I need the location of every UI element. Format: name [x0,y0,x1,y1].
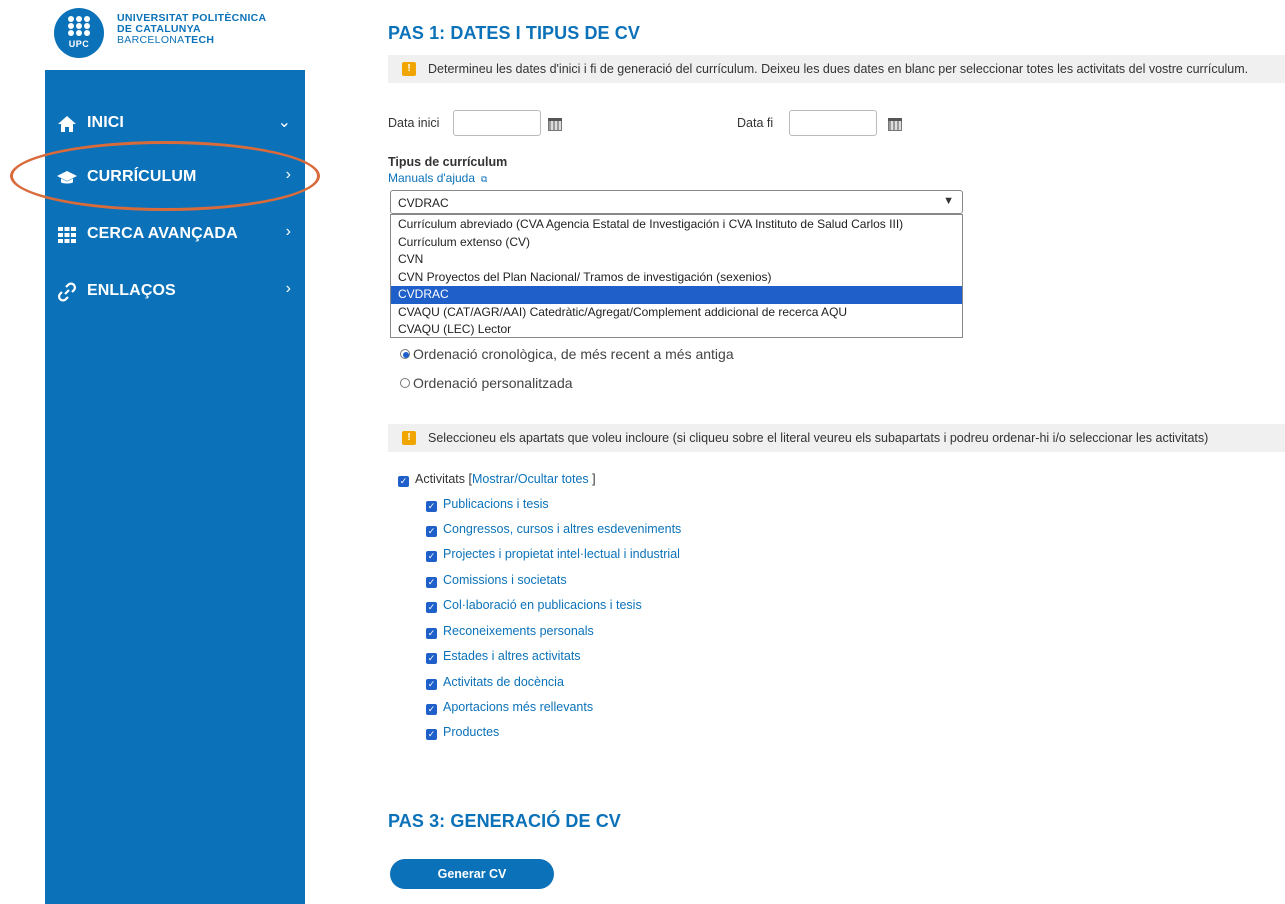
subsection-label[interactable]: Comissions i societats [443,573,567,587]
logo-text: UNIVERSITAT POLITÈCNICA DE CATALUNYA BAR… [117,13,266,46]
subsection-item[interactable]: ✓ Reconeixements personals [426,624,594,639]
help-manuals-link[interactable]: Manuals d'ajuda ⧉ [388,171,487,185]
radio-unchecked-icon [400,378,410,388]
subsection-label[interactable]: Productes [443,725,499,739]
bracket-close: ] [592,472,596,486]
subsection-label[interactable]: Estades i altres activitats [443,649,581,663]
chevron-right-icon: › [285,280,291,297]
subsection-item[interactable]: ✓ Estades i altres activitats [426,649,581,664]
calendar-icon[interactable] [888,118,902,131]
logo-line-3: BARCELONATECH [117,35,266,46]
section-activitats[interactable]: ✓ Activitats [Mostrar/Ocultar totes ] [398,472,596,487]
subsection-item[interactable]: ✓ Activitats de docència [426,675,564,690]
info-icon: ! [402,431,416,445]
logo-mark-text: UPC [68,39,90,49]
subsection-item[interactable]: ✓ Aportacions més rellevants [426,700,593,715]
sidebar-item-label: CURRÍCULUM [87,168,197,185]
subsection-item[interactable]: ✓ Congressos, cursos i altres esdevenimen… [426,522,681,537]
step3-title: PAS 3: GENERACIÓ DE CV [388,811,621,831]
cv-type-option[interactable]: Currículum extenso (CV) [391,234,962,252]
link-icon [58,282,76,302]
cv-type-select[interactable]: CVDRAC ▼ [390,190,963,214]
sidebar-item-curriculum[interactable]: CURRÍCULUM › [45,162,305,192]
sidebar-item-label: ENLLAÇOS [87,282,176,299]
info-text: Seleccioneu els apartats que voleu inclo… [428,431,1209,445]
subsection-item[interactable]: ✓ Projectes i propietat intel·lectual i i… [426,547,680,562]
end-date-label: Data fi [737,116,774,130]
subsection-label[interactable]: Aportacions més rellevants [443,700,593,714]
subsection-item[interactable]: ✓ Productes [426,725,499,740]
order-custom-label: Ordenació personalitzada [413,375,573,391]
checkbox-checked-icon[interactable]: ✓ [426,628,437,639]
cv-type-option[interactable]: CVAQU (CAT/AGR/AAI) Catedràtic/Agregat/C… [391,304,962,322]
home-icon [58,116,76,132]
generate-cv-button[interactable]: Generar CV [390,859,554,889]
checkbox-checked-icon[interactable]: ✓ [426,729,437,740]
cv-type-option[interactable]: CVN Proyectos del Plan Nacional/ Tramos … [391,269,962,287]
info-icon: ! [402,62,416,76]
toggle-all-link[interactable]: Mostrar/Ocultar totes [472,472,589,486]
radio-checked-icon [400,349,410,359]
chevron-down-icon: ⌄ [277,114,291,131]
start-date-label: Data inici [388,116,440,130]
logo-line-3-bold: TECH [184,34,215,46]
order-chronological-label: Ordenació cronològica, de més recent a m… [413,346,734,362]
subsection-label[interactable]: Col·laboració en publicacions i tesis [443,598,642,612]
checkbox-checked-icon[interactable]: ✓ [426,526,437,537]
checkbox-checked-icon[interactable]: ✓ [426,577,437,588]
order-chronological-radio[interactable]: Ordenació cronològica, de més recent a m… [400,346,734,362]
help-link-text: Manuals d'ajuda [388,171,476,185]
info-banner-dates: ! Determineu les dates d'inici i fi de g… [388,55,1285,83]
checkbox-checked-icon[interactable]: ✓ [398,476,409,487]
subsection-label[interactable]: Projectes i propietat intel·lectual i in… [443,547,680,561]
checkbox-checked-icon[interactable]: ✓ [426,679,437,690]
sidebar-item-inici[interactable]: INICI ⌄ [45,108,305,138]
cv-type-option[interactable]: CVAQU (LEC) Lector [391,321,962,339]
chevron-down-icon: ▼ [943,195,954,207]
subsection-label[interactable]: Reconeixements personals [443,624,594,638]
sidebar-item-label: INICI [87,114,124,131]
sidebar-item-label: CERCA AVANÇADA [87,225,238,242]
checkbox-checked-icon[interactable]: ✓ [426,653,437,664]
subsection-item[interactable]: ✓ Comissions i societats [426,573,567,588]
checkbox-checked-icon[interactable]: ✓ [426,602,437,613]
checkbox-checked-icon[interactable]: ✓ [426,501,437,512]
subsection-label[interactable]: Publicacions i tesis [443,497,549,511]
subsection-label[interactable]: Congressos, cursos i altres esdeveniment… [443,522,681,536]
subsection-item[interactable]: ✓ Publicacions i tesis [426,497,549,512]
cv-type-option[interactable]: Currículum abreviado (CVA Agencia Estata… [391,216,962,234]
subsection-label[interactable]: Activitats de docència [443,675,564,689]
cv-type-selected-value: CVDRAC [398,196,449,210]
subsection-item[interactable]: ✓ Col·laboració en publicacions i tesis [426,598,642,613]
order-custom-radio[interactable]: Ordenació personalitzada [400,375,573,391]
checkbox-checked-icon[interactable]: ✓ [426,551,437,562]
sidebar-item-enllacos[interactable]: ENLLAÇOS › [45,276,305,306]
start-date-input[interactable] [453,110,541,136]
upc-logo[interactable]: UPC UNIVERSITAT POLITÈCNICA DE CATALUNYA… [54,8,314,58]
logo-line-3-light: BARCELONA [117,34,185,46]
cv-type-dropdown-list: Currículum abreviado (CVA Agencia Estata… [390,214,963,338]
calendar-icon[interactable] [548,118,562,131]
step1-title: PAS 1: DATES I TIPUS DE CV [388,23,640,43]
cv-type-label: Tipus de currículum [388,155,508,169]
sidebar-item-cerca-avancada[interactable]: CERCA AVANÇADA › [45,219,305,249]
section-activitats-label: Activitats [415,472,466,486]
cv-type-option-selected[interactable]: CVDRAC [391,286,962,304]
checkbox-checked-icon[interactable]: ✓ [426,704,437,715]
graduation-cap-icon [57,171,77,184]
info-banner-sections: ! Seleccioneu els apartats que voleu inc… [388,424,1285,452]
grid-icon [58,227,76,243]
chevron-right-icon: › [285,223,291,240]
end-date-input[interactable] [789,110,877,136]
cv-type-option[interactable]: CVN [391,251,962,269]
info-text: Determineu les dates d'inici i fi de gen… [428,62,1249,76]
sidebar: INICI ⌄ CURRÍCULUM › CERCA AVANÇADA › EN… [45,70,305,904]
upc-logo-mark: UPC [54,8,104,58]
external-link-icon: ⧉ [481,174,488,184]
chevron-right-icon: › [285,166,291,183]
main-content: PAS 1: DATES I TIPUS DE CV ! Determineu … [388,0,1285,904]
